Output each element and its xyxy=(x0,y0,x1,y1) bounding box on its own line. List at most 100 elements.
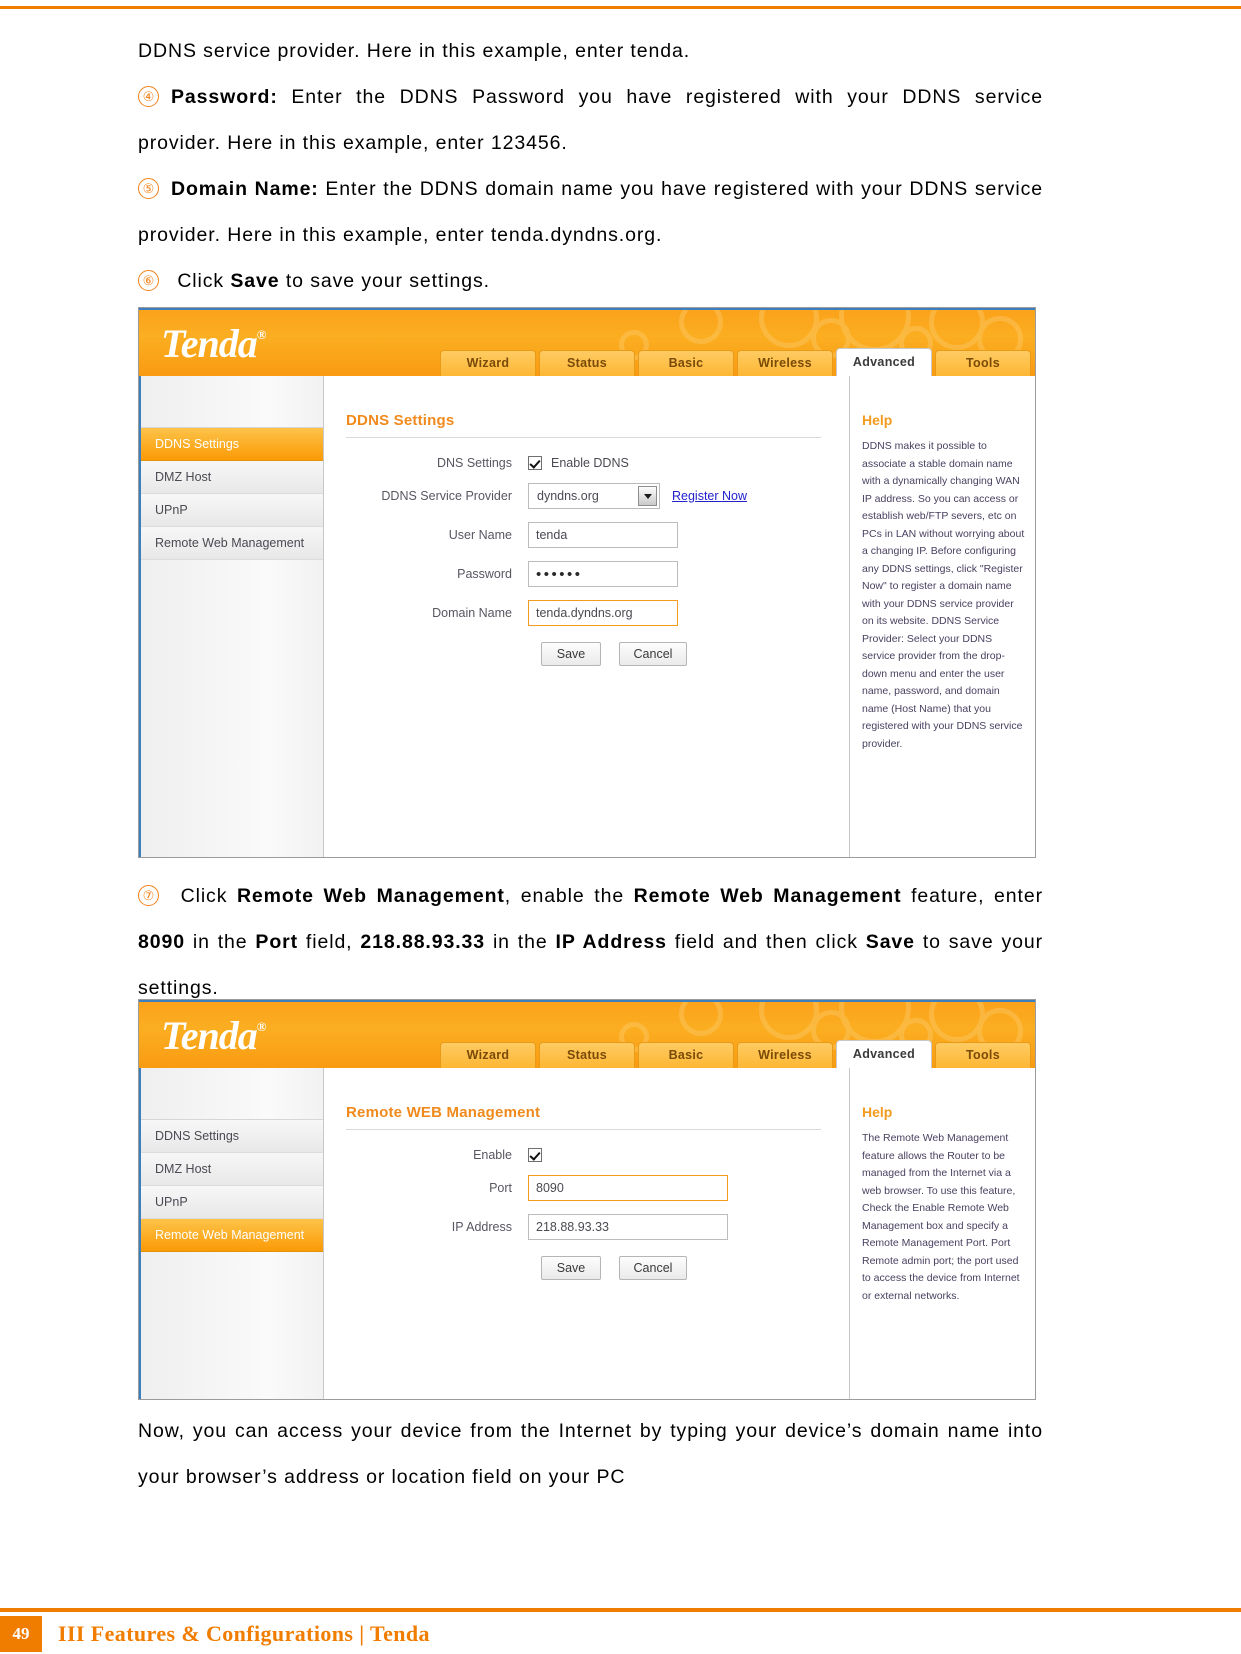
tenda-logo-text-2: Tenda xyxy=(161,1013,258,1058)
router-ui-screenshot-ddns: Tenda® Wizard Status Basic Wireless Adva… xyxy=(138,307,1036,858)
label-enable: Enable xyxy=(473,1148,512,1162)
nav-tabs-2[interactable]: Wizard Status Basic Wireless Advanced To… xyxy=(437,1040,1031,1068)
sidebar-2: DDNS Settings DMZ Host UPnP Remote Web M… xyxy=(139,1068,324,1399)
paragraph-5-bold-remote-web-management-2: Remote Web Management xyxy=(633,885,902,907)
tab-status-2[interactable]: Status xyxy=(539,1042,635,1068)
registered-mark-2: ® xyxy=(256,1019,267,1034)
section-divider-2 xyxy=(346,1129,821,1130)
footer-title: III Features & Configurations | Tenda xyxy=(58,1621,430,1646)
brand-header-1: Tenda® Wizard Status Basic Wireless Adva… xyxy=(139,308,1035,376)
user-name-input[interactable]: tenda xyxy=(528,522,678,548)
sidebar-item-upnp-2[interactable]: UPnP xyxy=(141,1186,323,1219)
tab-status-1[interactable]: Status xyxy=(539,350,635,376)
tab-advanced-1[interactable]: Advanced xyxy=(836,348,932,376)
form-row-password: Password •••••• xyxy=(346,561,849,587)
form-row-ddns-service-provider: DDNS Service Provider dyndns.org Registe… xyxy=(346,483,849,509)
label-user-name: User Name xyxy=(448,528,512,542)
enable-ddns-label: Enable DDNS xyxy=(551,456,629,470)
paragraph-3-bold: Domain Name: xyxy=(171,178,319,200)
ddns-service-provider-value: dyndns.org xyxy=(537,489,599,503)
sidebar-spacer-2 xyxy=(141,1094,323,1120)
tab-wireless-1[interactable]: Wireless xyxy=(737,350,833,376)
paragraph-4-post: to save your settings. xyxy=(279,270,490,292)
port-input[interactable]: 8090 xyxy=(528,1175,728,1201)
ddns-service-provider-select[interactable]: dyndns.org xyxy=(528,483,660,509)
document-page: DDNS service provider. Here in this exam… xyxy=(0,0,1241,1654)
paragraph-5-bold-save: Save xyxy=(865,931,915,953)
tab-tools-1[interactable]: Tools xyxy=(935,350,1031,376)
tab-basic-1[interactable]: Basic xyxy=(638,350,734,376)
button-row-1: Save Cancel xyxy=(541,642,849,666)
help-text-1: DDNS makes it possible to associate a st… xyxy=(862,440,1025,750)
form-row-ip-address: IP Address 218.88.93.33 xyxy=(346,1214,849,1240)
domain-name-input[interactable]: tenda.dyndns.org xyxy=(528,600,678,626)
list-marker-7: ⑦ xyxy=(138,885,159,906)
paragraph-5-g: in the xyxy=(485,931,556,953)
enable-ddns-checkbox[interactable] xyxy=(528,456,542,470)
registered-mark-1: ® xyxy=(256,327,267,342)
section-divider-1 xyxy=(346,437,821,438)
page-footer: 49 III Features & Configurations | Tenda xyxy=(0,1608,1241,1654)
paragraph-5-f: field, xyxy=(298,931,361,953)
sidebar-item-upnp-1[interactable]: UPnP xyxy=(141,494,323,527)
help-title-2: Help xyxy=(862,1104,893,1120)
sidebar-spacer-1 xyxy=(141,402,323,428)
password-input[interactable]: •••••• xyxy=(528,561,678,587)
save-button-1[interactable]: Save xyxy=(541,642,601,666)
sidebar-item-ddns-settings-2[interactable]: DDNS Settings xyxy=(141,1120,323,1153)
tenda-logo-text-1: Tenda xyxy=(161,321,258,366)
tenda-logo-1: Tenda® xyxy=(161,320,267,367)
paragraph-5-e: in the xyxy=(184,931,256,953)
paragraph-5-bold-port: Port xyxy=(255,931,299,953)
section-title-ddns: DDNS Settings xyxy=(346,412,455,429)
paragraph-5-d: feature, enter xyxy=(901,885,1043,907)
paragraph-3: ⑤ Domain Name: Enter the DDNS domain name… xyxy=(138,166,1043,258)
register-now-link[interactable]: Register Now xyxy=(672,489,747,503)
section-title-remote-web-management: Remote WEB Management xyxy=(346,1104,541,1121)
text-block-bottom: Now, you can access your device from the… xyxy=(138,1408,1043,1500)
paragraph-2: ④ Password: Enter the DDNS Password you h… xyxy=(138,74,1043,166)
tab-wizard-1[interactable]: Wizard xyxy=(440,350,536,376)
paragraph-4-bold: Save xyxy=(230,270,280,292)
nav-tabs-1[interactable]: Wizard Status Basic Wireless Advanced To… xyxy=(437,348,1031,376)
footer-rule xyxy=(0,1608,1241,1612)
tab-tools-2[interactable]: Tools xyxy=(935,1042,1031,1068)
form-row-dns-settings: DNS Settings Enable DDNS xyxy=(346,456,849,470)
cancel-button-2[interactable]: Cancel xyxy=(619,1256,687,1280)
sidebar-item-dmz-host-2[interactable]: DMZ Host xyxy=(141,1153,323,1186)
chevron-down-icon[interactable] xyxy=(638,486,657,506)
text-block-middle: ⑦ Click Remote Web Management, enable th… xyxy=(138,873,1043,1011)
paragraph-1-text: DDNS service provider. Here in this exam… xyxy=(138,40,691,62)
content-pane-1: DDNS Settings DNS Settings Enable DDNS D… xyxy=(324,376,849,857)
paragraph-4: ⑥ Click Save to save your settings. xyxy=(138,258,1043,304)
sidebar-item-remote-web-management-2[interactable]: Remote Web Management xyxy=(141,1219,323,1252)
save-button-2[interactable]: Save xyxy=(541,1256,601,1280)
tab-wireless-2[interactable]: Wireless xyxy=(737,1042,833,1068)
paragraph-5-h: field and then click xyxy=(666,931,866,953)
list-marker-4: ④ xyxy=(138,86,159,107)
paragraph-6: Now, you can access your device from the… xyxy=(138,1408,1043,1500)
paragraph-5-a: Click xyxy=(171,885,237,907)
tab-basic-2[interactable]: Basic xyxy=(638,1042,734,1068)
form-row-port: Port 8090 xyxy=(346,1175,849,1201)
form-row-domain-name: Domain Name tenda.dyndns.org xyxy=(346,600,849,626)
paragraph-5-bold-remote-web-management-1: Remote Web Management xyxy=(236,885,505,907)
sidebar-item-ddns-settings-1[interactable]: DDNS Settings xyxy=(141,428,323,461)
label-port: Port xyxy=(489,1181,512,1195)
list-marker-6: ⑥ xyxy=(138,270,159,291)
cancel-button-1[interactable]: Cancel xyxy=(619,642,687,666)
help-text-2: The Remote Web Management feature allows… xyxy=(862,1132,1020,1302)
sidebar-item-remote-web-management-1[interactable]: Remote Web Management xyxy=(141,527,323,560)
paragraph-5-c: , enable the xyxy=(504,885,634,907)
list-marker-5: ⑤ xyxy=(138,178,159,199)
paragraph-5-bold-ip-address: IP Address xyxy=(555,931,667,953)
help-title-1: Help xyxy=(862,412,893,428)
tab-advanced-2[interactable]: Advanced xyxy=(836,1040,932,1068)
paragraph-5-bold-ip-value: 218.88.93.33 xyxy=(360,931,486,953)
sidebar-item-dmz-host-1[interactable]: DMZ Host xyxy=(141,461,323,494)
screenshot-body-2: DDNS Settings DMZ Host UPnP Remote Web M… xyxy=(139,1068,1035,1399)
ip-address-input[interactable]: 218.88.93.33 xyxy=(528,1214,728,1240)
enable-remote-web-checkbox[interactable] xyxy=(528,1148,542,1162)
paragraph-6-text: Now, you can access your device from the… xyxy=(138,1420,1043,1488)
tab-wizard-2[interactable]: Wizard xyxy=(440,1042,536,1068)
